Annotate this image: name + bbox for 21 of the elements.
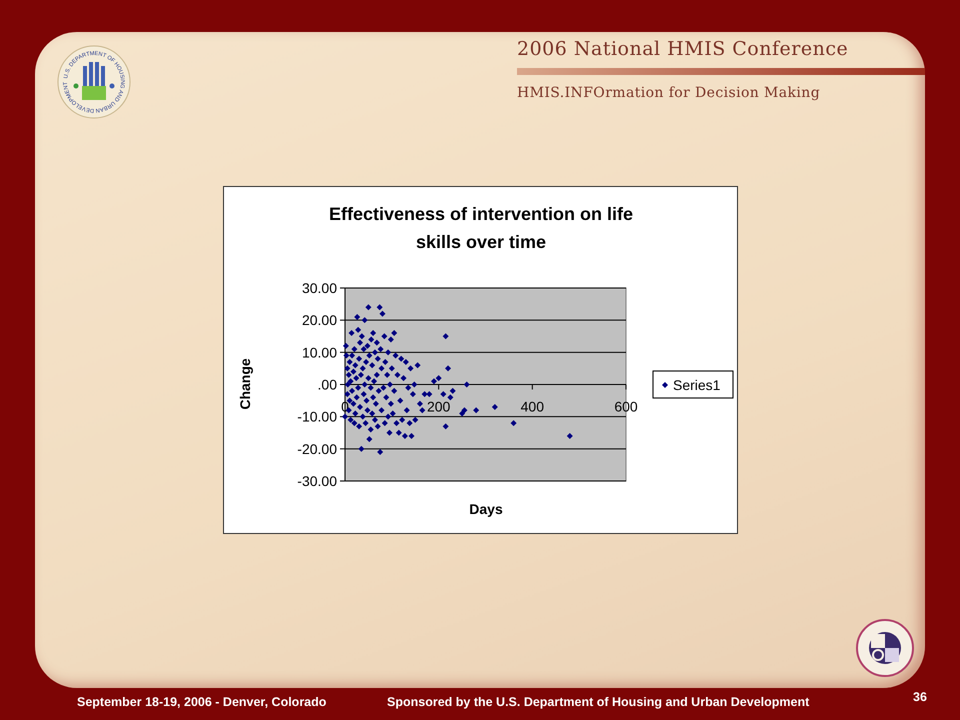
x-tick-label: 600 [614, 398, 638, 414]
y-tick-label: 10.00 [301, 344, 336, 360]
conference-title: 2006 National HMIS Conference [517, 38, 850, 60]
y-tick-label: 30.00 [301, 280, 336, 296]
y-axis-label: Change [236, 358, 252, 410]
chart-title: Effectiveness of intervention on life [328, 204, 633, 224]
x-tick-label: 400 [520, 398, 544, 414]
y-tick-label: -30.00 [296, 473, 336, 489]
x-tick-label: 200 [426, 398, 450, 414]
y-tick-label: .00 [317, 376, 336, 392]
sponsor-info: Sponsored by the U.S. Department of Housing and Urban Development [387, 695, 810, 709]
page-number: 36 [913, 690, 927, 704]
y-tick-label: -10.00 [296, 408, 336, 425]
chart-title: skills over time [415, 232, 546, 252]
conference-subtitle: HMIS.INFOrmation for Decision Making [517, 85, 822, 101]
y-tick-label: 20.00 [301, 312, 336, 328]
legend-label: Series1 [672, 377, 720, 393]
conference-seal-icon [855, 618, 915, 678]
event-info: September 18-19, 2006 - Denver, Colorado [77, 695, 326, 709]
y-tick-label: -20.00 [296, 440, 336, 457]
x-axis-label: Days [468, 501, 502, 517]
